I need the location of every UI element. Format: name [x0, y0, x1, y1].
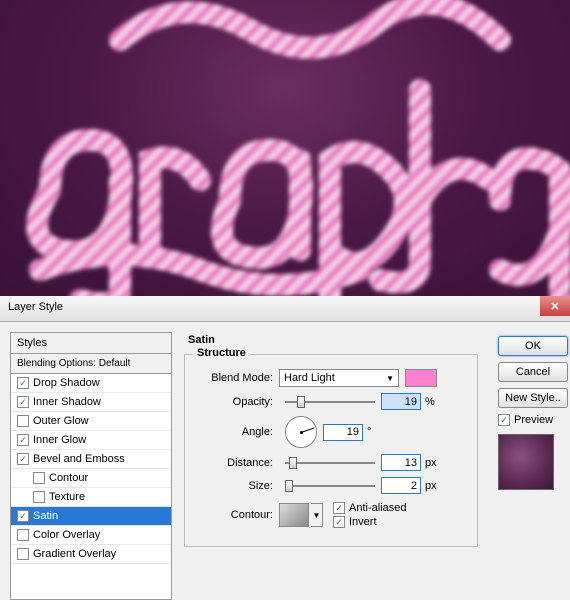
contour-label: Contour: — [195, 509, 273, 521]
style-item-label: Contour — [49, 472, 88, 484]
style-item-satin[interactable]: Satin — [11, 507, 171, 526]
document-canvas — [0, 0, 570, 296]
checkbox-icon — [33, 491, 45, 503]
contour-dropdown-arrow[interactable]: ▼ — [311, 503, 323, 527]
checkbox-icon — [17, 377, 29, 389]
checkbox-icon — [17, 529, 29, 541]
distance-slider[interactable] — [285, 462, 375, 464]
style-item-color-overlay[interactable]: Color Overlay — [11, 526, 171, 545]
checkbox-icon — [17, 548, 29, 560]
angle-unit: ° — [367, 426, 371, 438]
new-style-button[interactable]: New Style.. — [498, 388, 568, 408]
checkbox-icon — [17, 415, 29, 427]
style-item-label: Satin — [33, 510, 58, 522]
angle-input[interactable] — [323, 424, 363, 441]
checkbox-icon — [33, 472, 45, 484]
distance-label: Distance: — [195, 457, 273, 469]
chevron-down-icon: ▼ — [386, 374, 394, 383]
close-button[interactable]: ✕ — [540, 296, 570, 316]
checkbox-icon — [498, 414, 510, 426]
blend-mode-value: Hard Light — [284, 372, 335, 384]
color-swatch[interactable] — [405, 369, 437, 387]
size-label: Size: — [195, 480, 273, 492]
style-item-contour[interactable]: Contour — [11, 469, 171, 488]
style-item-inner-glow[interactable]: Inner Glow — [11, 431, 171, 450]
angle-indicator — [301, 427, 315, 433]
settings-panel: Satin Structure Blend Mode: Hard Light ▼… — [172, 332, 490, 600]
style-item-label: Outer Glow — [33, 415, 89, 427]
size-slider[interactable] — [285, 485, 375, 487]
opacity-input[interactable] — [381, 393, 421, 410]
contour-preview[interactable] — [279, 503, 309, 527]
candy-typography — [0, 0, 570, 296]
style-item-inner-shadow[interactable]: Inner Shadow — [11, 393, 171, 412]
style-item-label: Inner Shadow — [33, 396, 101, 408]
opacity-slider[interactable] — [285, 401, 375, 403]
ok-button[interactable]: OK — [498, 336, 568, 356]
styles-header[interactable]: Styles — [11, 333, 171, 354]
checkbox-icon — [17, 510, 29, 522]
structure-label: Structure — [193, 347, 250, 359]
checkbox-icon — [17, 396, 29, 408]
checkbox-icon — [17, 453, 29, 465]
style-item-drop-shadow[interactable]: Drop Shadow — [11, 374, 171, 393]
antialiased-checkbox-row[interactable]: Anti-aliased — [333, 502, 406, 514]
style-item-gradient-overlay[interactable]: Gradient Overlay — [11, 545, 171, 564]
opacity-unit: % — [425, 396, 435, 408]
cancel-button[interactable]: Cancel — [498, 362, 568, 382]
style-item-outer-glow[interactable]: Outer Glow — [11, 412, 171, 431]
style-item-label: Bevel and Emboss — [33, 453, 125, 465]
preview-swatch — [498, 434, 554, 490]
slider-thumb[interactable] — [297, 396, 305, 408]
slider-thumb[interactable] — [285, 480, 293, 492]
slider-thumb[interactable] — [289, 457, 297, 469]
size-input[interactable] — [381, 477, 421, 494]
style-item-label: Color Overlay — [33, 529, 100, 541]
effect-title: Satin — [188, 334, 478, 346]
invert-checkbox-row[interactable]: Invert — [333, 516, 406, 528]
style-item-texture[interactable]: Texture — [11, 488, 171, 507]
invert-label: Invert — [349, 516, 377, 528]
blend-mode-dropdown[interactable]: Hard Light ▼ — [279, 369, 399, 387]
style-item-label: Drop Shadow — [33, 377, 100, 389]
checkbox-icon — [17, 434, 29, 446]
close-icon: ✕ — [550, 300, 559, 313]
dialog-title: Layer Style — [8, 301, 63, 313]
structure-fieldset: Structure Blend Mode: Hard Light ▼ Opaci… — [184, 354, 478, 547]
distance-input[interactable] — [381, 454, 421, 471]
opacity-label: Opacity: — [195, 396, 273, 408]
style-item-label: Gradient Overlay — [33, 548, 116, 560]
styles-list: Styles Blending Options: Default Drop Sh… — [10, 332, 172, 600]
preview-label: Preview — [514, 414, 553, 426]
size-unit: px — [425, 480, 437, 492]
blend-mode-label: Blend Mode: — [195, 372, 273, 384]
angle-label: Angle: — [195, 426, 273, 438]
angle-dial[interactable] — [285, 416, 317, 448]
dialog-body: Styles Blending Options: Default Drop Sh… — [0, 322, 570, 600]
blending-options-row[interactable]: Blending Options: Default — [11, 354, 171, 374]
style-item-bevel-and-emboss[interactable]: Bevel and Emboss — [11, 450, 171, 469]
preview-checkbox-row[interactable]: Preview — [498, 414, 570, 426]
style-item-label: Inner Glow — [33, 434, 86, 446]
checkbox-icon — [333, 516, 345, 528]
distance-unit: px — [425, 457, 437, 469]
style-item-label: Texture — [49, 491, 85, 503]
dialog-titlebar: Layer Style ✕ — [0, 296, 570, 322]
checkbox-icon — [333, 502, 345, 514]
antialiased-label: Anti-aliased — [349, 502, 406, 514]
dialog-buttons: OK Cancel New Style.. Preview — [490, 332, 570, 600]
